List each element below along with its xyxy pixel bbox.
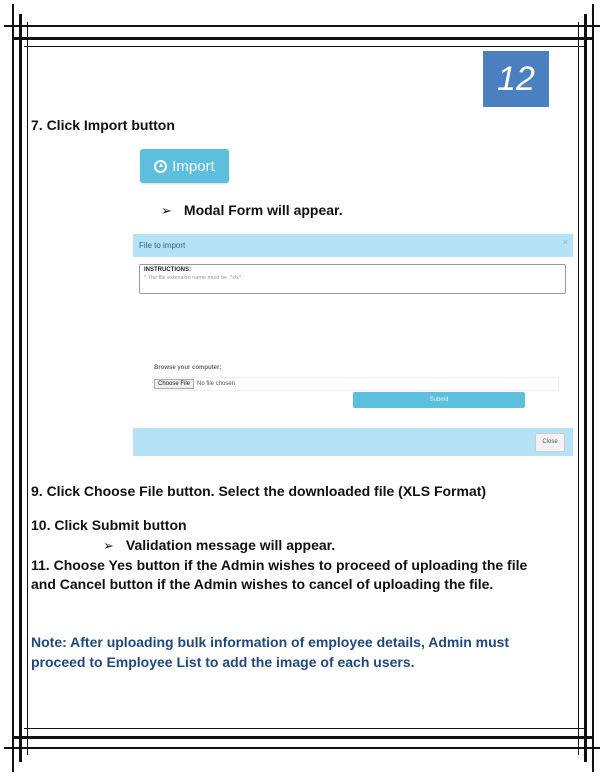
import-button-label: Import <box>172 157 215 175</box>
frame-top-line-thin <box>24 46 584 47</box>
frame-right-line-outer <box>592 4 594 772</box>
arrow-bullet-icon: ➢ <box>103 538 114 553</box>
step-9-text: 9. Click Choose File button. Select the … <box>31 483 487 499</box>
modal-title: File to import <box>139 241 186 250</box>
step-11-text: 11. Choose Yes button if the Admin wishe… <box>31 557 528 592</box>
close-button[interactable]: Close <box>535 433 565 452</box>
instructions-text: * The file extension name must be .*xls*… <box>144 275 243 281</box>
validation-bullet: ➢ Validation message will appear. <box>103 537 335 554</box>
modal-header: File to import × <box>133 234 573 257</box>
frame-top-line-inner <box>14 37 592 40</box>
instructions-box: INSTRUCTIONS: * The file extension name … <box>139 264 566 294</box>
modal-appear-text: Modal Form will appear. <box>183 202 343 218</box>
validation-text: Validation message will appear. <box>125 537 336 553</box>
submit-button[interactable]: Submit <box>353 392 525 408</box>
frame-left-line-mid <box>19 14 22 762</box>
frame-right-line-mid <box>584 14 587 762</box>
arrow-bullet-icon: ➢ <box>161 203 172 218</box>
frame-bottom-line-thin <box>24 728 584 729</box>
frame-bottom-line-outer <box>4 747 600 749</box>
upload-icon <box>154 159 168 173</box>
frame-top-line-outer <box>4 25 600 27</box>
file-input-row: Choose File No file chosen <box>152 377 559 391</box>
page-number-badge: 12 <box>483 51 549 107</box>
file-import-modal: File to import × INSTRUCTIONS: * The fil… <box>133 234 573 456</box>
frame-left-line-outer <box>12 4 14 772</box>
frame-bottom-line-inner <box>14 736 592 739</box>
import-button[interactable]: Import <box>140 149 229 183</box>
step-7-text: 7. Click Import button <box>31 117 175 133</box>
close-icon[interactable]: × <box>563 234 568 250</box>
step-10-text: 10. Click Submit button <box>31 517 187 533</box>
instructions-title: INSTRUCTIONS: <box>144 267 191 273</box>
modal-appear-bullet: ➢ Modal Form will appear. <box>161 202 343 219</box>
frame-right-line-inner <box>578 22 579 755</box>
note-text: Note: After uploading bulk information o… <box>31 634 510 670</box>
no-file-text: No file chosen <box>197 381 236 387</box>
choose-file-button[interactable]: Choose File <box>154 379 195 389</box>
modal-footer: Close <box>133 428 573 456</box>
browse-label: Browse your computer: <box>154 365 222 371</box>
frame-left-line-inner <box>27 22 28 755</box>
